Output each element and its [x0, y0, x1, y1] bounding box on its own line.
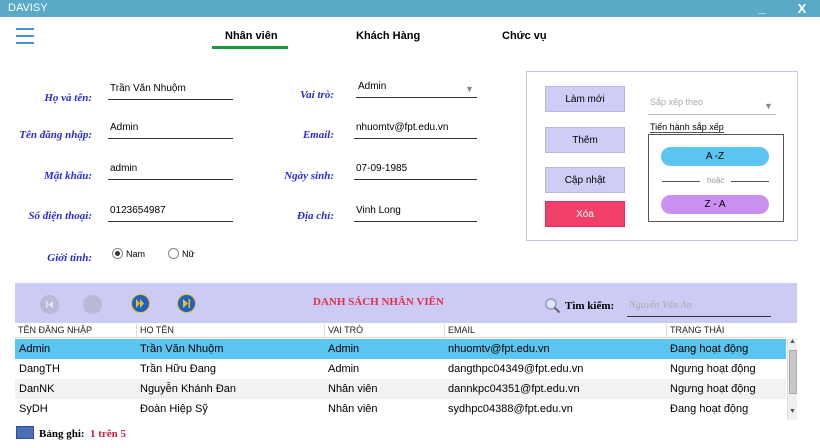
table-row[interactable]: DangTH Trần Hữu Đang Admin dangthpc04349…: [15, 359, 786, 379]
add-button[interactable]: Thêm: [545, 127, 625, 153]
email-cell: dangthpc04349@fpt.edu.vn: [448, 363, 584, 375]
role-cell: Admin: [328, 343, 360, 355]
last-record-icon[interactable]: [177, 294, 196, 313]
active-tab-indicator: [212, 46, 288, 49]
first-record-icon[interactable]: [40, 295, 59, 314]
sort-az-button[interactable]: A -Z: [661, 147, 769, 166]
role-cell: Admin: [328, 363, 360, 375]
gender-male-radio[interactable]: [112, 248, 123, 259]
gender-female-radio[interactable]: [168, 248, 179, 259]
phone-field[interactable]: 0123654987: [108, 204, 233, 222]
title-bar: DAVISY _ X: [0, 0, 820, 17]
email-label: Email:: [302, 129, 334, 141]
refresh-button[interactable]: Làm mới: [545, 86, 625, 112]
username-cell: SyDH: [19, 403, 48, 415]
status-cell: Đang hoạt động: [670, 343, 749, 355]
username-cell: Admin: [19, 343, 51, 355]
role-label: Vai trò:: [300, 89, 334, 101]
column-header[interactable]: TÊN ĐĂNG NHẬP: [15, 324, 136, 338]
sort-proceed-label: Tiến hành sắp xếp: [650, 122, 724, 133]
fullname-cell: Đoàn Hiệp Sỹ: [140, 403, 208, 415]
username-cell: DanNK: [19, 383, 55, 395]
update-button[interactable]: Cập nhật: [545, 167, 625, 193]
status-cell: Ngưng hoạt động: [670, 383, 756, 395]
username-label: Tên đăng nhập:: [19, 129, 92, 141]
next-record-icon[interactable]: [131, 294, 150, 313]
record-value: 1 trên 5: [90, 428, 127, 440]
previous-record-icon[interactable]: [83, 295, 102, 314]
column-header[interactable]: HỌ TÊN: [136, 324, 324, 338]
email-cell: nhuomtv@fpt.edu.vn: [448, 343, 550, 355]
tab-nhan-vien[interactable]: Nhân viên: [225, 30, 278, 42]
record-label: Bảng ghi:: [39, 428, 85, 440]
status-cell: Ngưng hoạt động: [670, 363, 756, 375]
gender-female-label: Nữ: [182, 249, 195, 259]
email-cell: sydhpc04388@fpt.edu.vn: [448, 403, 573, 415]
table-row[interactable]: SyDH Đoàn Hiệp Sỹ Nhân viên sydhpc04388@…: [15, 399, 786, 419]
divider: [731, 181, 769, 182]
fullname-cell: Trần Hữu Đang: [140, 363, 217, 375]
phone-label: Số điện thoại:: [28, 210, 92, 222]
window-title: DAVISY: [8, 2, 48, 14]
or-label: hoặc: [707, 176, 725, 185]
list-title: DANH SÁCH NHÂN VIÊN: [313, 296, 444, 308]
column-header[interactable]: VAI TRÒ: [324, 324, 444, 338]
tab-khach-hang[interactable]: Khách Hàng: [356, 30, 420, 42]
scroll-thumb[interactable]: [789, 350, 797, 394]
column-header[interactable]: TRẠNG THÁI: [666, 324, 786, 338]
scroll-down-icon[interactable]: ▼: [789, 408, 796, 415]
sort-za-button[interactable]: Z - A: [661, 195, 769, 214]
status-cell: Đang hoạt động: [670, 403, 749, 415]
role-cell: Nhân viên: [328, 403, 378, 415]
username-field[interactable]: Admin: [108, 121, 233, 139]
delete-button[interactable]: Xóa: [545, 201, 625, 227]
password-label: Mật khẩu:: [44, 170, 92, 182]
tab-chuc-vu[interactable]: Chức vụ: [502, 30, 547, 42]
minimize-button[interactable]: _: [744, 0, 780, 17]
table-scrollbar[interactable]: ▲ ▼: [787, 338, 797, 420]
search-icon: [544, 297, 561, 314]
gender-male-label: Nam: [126, 249, 146, 259]
address-field[interactable]: Vinh Long: [354, 204, 477, 222]
divider: [662, 181, 700, 182]
fullname-label: Họ và tên:: [44, 92, 92, 104]
email-field[interactable]: nhuomtv@fpt.edu.vn: [354, 121, 477, 139]
scroll-up-icon[interactable]: ▲: [789, 338, 796, 345]
fullname-cell: Nguyễn Khánh Đan: [140, 383, 237, 395]
address-label: Địa chỉ:: [297, 210, 334, 222]
role-select[interactable]: Admin: [356, 80, 477, 98]
fullname-field[interactable]: Trần Văn Nhuộm: [108, 82, 233, 100]
password-field[interactable]: admin: [108, 162, 233, 180]
search-label: Tìm kiếm:: [565, 300, 615, 312]
birthday-field[interactable]: 07-09-1985: [354, 162, 477, 180]
chevron-down-icon: ▼: [764, 101, 773, 111]
column-header[interactable]: EMAIL: [444, 324, 666, 338]
sort-by-select[interactable]: Sắp xếp theo: [648, 97, 776, 115]
chevron-down-icon: ▼: [465, 84, 474, 94]
search-input[interactable]: Nguyễn Văn An: [627, 298, 771, 317]
role-cell: Nhân viên: [328, 383, 378, 395]
username-cell: DangTH: [19, 363, 60, 375]
birthday-label: Ngày sinh:: [284, 170, 334, 182]
table-row[interactable]: Admin Trần Văn Nhuộm Admin nhuomtv@fpt.e…: [15, 339, 786, 359]
table-header: TÊN ĐĂNG NHẬP HỌ TÊN VAI TRÒ EMAIL TRẠNG…: [15, 324, 786, 338]
menu-icon[interactable]: [16, 28, 34, 44]
close-button[interactable]: X: [784, 0, 820, 17]
gender-label: Giới tính:: [47, 252, 92, 264]
email-cell: dannkpc04351@fpt.edu.vn: [448, 383, 580, 395]
fullname-cell: Trần Văn Nhuộm: [140, 343, 224, 355]
table-row[interactable]: DanNK Nguyễn Khánh Đan Nhân viên dannkpc…: [15, 379, 786, 399]
record-icon: [16, 426, 34, 439]
